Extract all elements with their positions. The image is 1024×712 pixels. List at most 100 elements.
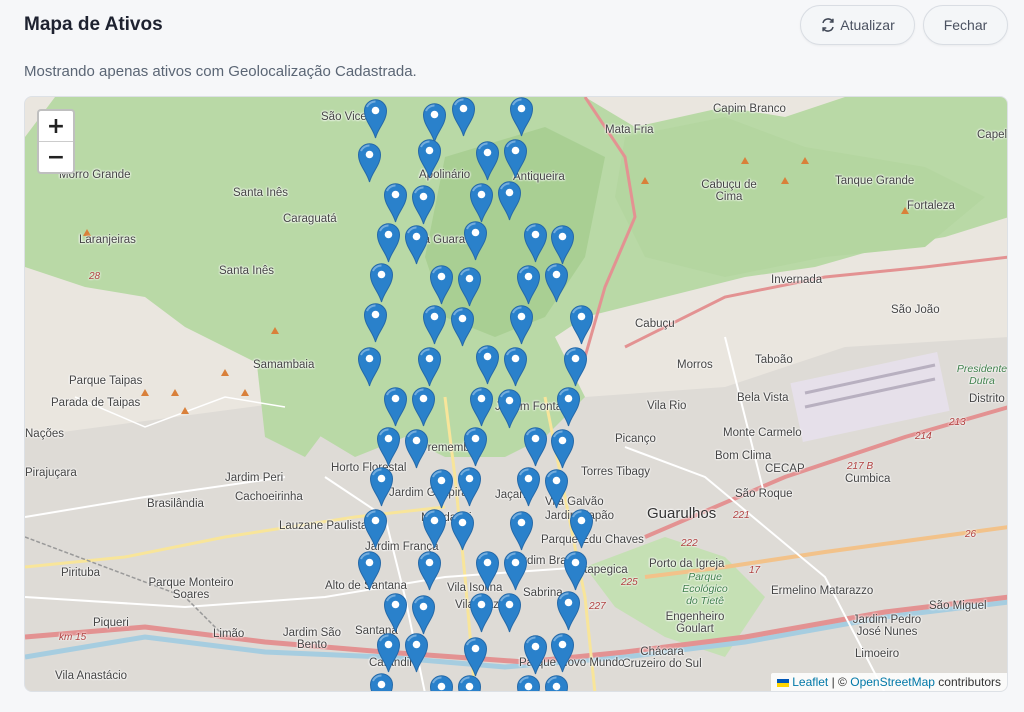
- place-label: Pirituba: [61, 567, 100, 579]
- asset-marker-icon[interactable]: [516, 674, 541, 691]
- asset-marker-icon[interactable]: [550, 632, 575, 673]
- asset-marker-icon[interactable]: [383, 592, 408, 633]
- asset-marker-icon[interactable]: [516, 264, 541, 305]
- asset-marker-icon[interactable]: [404, 428, 429, 469]
- asset-marker-icon[interactable]: [463, 636, 488, 677]
- asset-marker-icon[interactable]: [523, 634, 548, 675]
- refresh-button[interactable]: Atualizar: [800, 5, 915, 45]
- asset-marker-icon[interactable]: [422, 508, 447, 549]
- asset-marker-icon[interactable]: [457, 266, 482, 307]
- asset-marker-icon[interactable]: [363, 302, 388, 343]
- asset-marker-icon[interactable]: [376, 222, 401, 263]
- asset-marker-icon[interactable]: [516, 466, 541, 507]
- asset-marker-icon[interactable]: [422, 304, 447, 345]
- place-label: Guarulhos: [647, 505, 717, 522]
- asset-marker-icon[interactable]: [469, 182, 494, 223]
- asset-marker-icon[interactable]: [369, 262, 394, 303]
- asset-map[interactable]: São Vicente Morro Grande Santa Inês Cara…: [24, 96, 1008, 692]
- asset-marker-icon[interactable]: [363, 508, 388, 549]
- zoom-out-button[interactable]: −: [39, 142, 73, 172]
- asset-marker-icon[interactable]: [523, 426, 548, 467]
- place-label: Capim Branco: [713, 103, 786, 115]
- asset-marker-icon[interactable]: [376, 426, 401, 467]
- asset-marker-icon[interactable]: [363, 98, 388, 139]
- asset-marker-icon[interactable]: [497, 388, 522, 429]
- asset-marker-icon[interactable]: [503, 550, 528, 591]
- place-label: Mata Fria: [605, 124, 654, 136]
- place-label: Samambaia: [253, 359, 315, 371]
- asset-marker-icon[interactable]: [556, 386, 581, 427]
- asset-marker-icon[interactable]: [563, 346, 588, 387]
- place-label: Laranjeiras: [79, 234, 136, 246]
- asset-marker-icon[interactable]: [411, 386, 436, 427]
- asset-marker-icon[interactable]: [463, 426, 488, 467]
- asset-marker-icon[interactable]: [475, 344, 500, 385]
- asset-marker-icon[interactable]: [417, 550, 442, 591]
- place-label: Parque Taipas: [69, 375, 143, 387]
- asset-marker-icon[interactable]: [569, 304, 594, 345]
- asset-marker-icon[interactable]: [451, 97, 476, 137]
- asset-marker-icon[interactable]: [544, 468, 569, 509]
- asset-marker-icon[interactable]: [503, 346, 528, 387]
- asset-marker-icon[interactable]: [475, 140, 500, 181]
- leaflet-link[interactable]: Leaflet: [792, 675, 828, 689]
- asset-marker-icon[interactable]: [563, 550, 588, 591]
- asset-marker-icon[interactable]: [429, 468, 454, 509]
- asset-marker-icon[interactable]: [457, 674, 482, 691]
- asset-marker-icon[interactable]: [411, 594, 436, 635]
- road-number: 221: [733, 510, 750, 521]
- asset-marker-icon[interactable]: [509, 510, 534, 551]
- asset-marker-icon[interactable]: [383, 386, 408, 427]
- zoom-in-button[interactable]: +: [39, 111, 73, 142]
- asset-marker-icon[interactable]: [411, 184, 436, 225]
- asset-marker-icon[interactable]: [544, 674, 569, 691]
- place-label: Bela Vista: [737, 392, 789, 404]
- place-label: Fortaleza: [907, 200, 955, 212]
- asset-marker-icon[interactable]: [469, 386, 494, 427]
- asset-marker-icon[interactable]: [550, 224, 575, 265]
- asset-marker-icon[interactable]: [497, 180, 522, 221]
- asset-marker-icon[interactable]: [469, 592, 494, 633]
- asset-marker-icon[interactable]: [509, 304, 534, 345]
- asset-marker-icon[interactable]: [357, 550, 382, 591]
- asset-marker-icon[interactable]: [450, 306, 475, 347]
- asset-marker-icon[interactable]: [357, 142, 382, 183]
- attribution-suffix: contributors: [938, 675, 1001, 689]
- place-label: Jardim Peri: [225, 472, 284, 484]
- place-label: Santa Inês: [219, 265, 274, 277]
- road-number: 214: [915, 431, 932, 442]
- asset-marker-icon[interactable]: [503, 138, 528, 179]
- asset-marker-icon[interactable]: [544, 262, 569, 303]
- asset-marker-icon[interactable]: [422, 102, 447, 143]
- asset-marker-icon[interactable]: [569, 508, 594, 549]
- openstreetmap-link[interactable]: OpenStreetMap: [850, 675, 935, 689]
- close-button[interactable]: Fechar: [923, 5, 1008, 45]
- asset-marker-icon[interactable]: [523, 222, 548, 263]
- asset-marker-icon[interactable]: [450, 510, 475, 551]
- map-attribution: Leaflet | © OpenStreetMap contributors: [771, 673, 1007, 691]
- asset-marker-icon[interactable]: [457, 466, 482, 507]
- asset-marker-icon[interactable]: [509, 97, 534, 137]
- asset-marker-icon[interactable]: [417, 138, 442, 179]
- asset-marker-icon[interactable]: [376, 632, 401, 673]
- place-label: Nações: [25, 428, 64, 440]
- asset-marker-icon[interactable]: [383, 182, 408, 223]
- asset-marker-icon[interactable]: [417, 346, 442, 387]
- asset-marker-icon[interactable]: [369, 466, 394, 507]
- refresh-icon: [820, 17, 836, 33]
- asset-marker-icon[interactable]: [556, 590, 581, 631]
- asset-marker-icon[interactable]: [550, 428, 575, 469]
- asset-marker-icon[interactable]: [404, 632, 429, 673]
- place-label: Torres Tibagy: [581, 466, 651, 478]
- asset-marker-icon[interactable]: [463, 220, 488, 261]
- asset-marker-icon[interactable]: [429, 674, 454, 691]
- asset-marker-icon[interactable]: [404, 224, 429, 265]
- ukraine-flag-icon: [777, 678, 790, 687]
- place-label: Itapegica: [581, 564, 628, 576]
- asset-marker-icon[interactable]: [357, 346, 382, 387]
- asset-marker-icon[interactable]: [429, 264, 454, 305]
- asset-marker-icon[interactable]: [369, 672, 394, 691]
- asset-marker-icon[interactable]: [475, 550, 500, 591]
- place-label: Santa Inês: [233, 187, 288, 199]
- asset-marker-icon[interactable]: [497, 592, 522, 633]
